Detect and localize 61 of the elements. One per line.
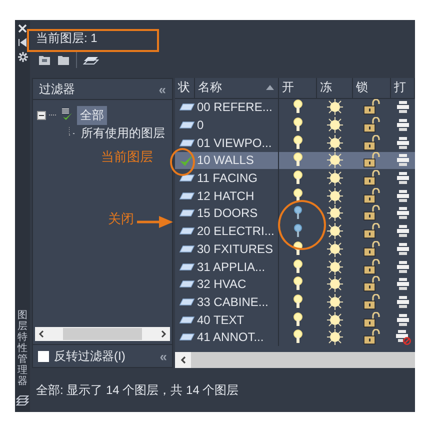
layer-name: 41 ANNOT... bbox=[197, 330, 264, 344]
layer-row[interactable]: 20 ELECTRI... bbox=[175, 222, 415, 240]
close-icon[interactable] bbox=[18, 24, 27, 33]
invert-filter-label[interactable]: 反转过滤器(I) bbox=[54, 348, 126, 364]
layer-name: 11 FACING bbox=[197, 171, 258, 186]
layer-name: 33 CABINE... bbox=[197, 294, 268, 309]
status-text: 全部: 显示了 14 个图层，共 14 个图层 bbox=[36, 382, 239, 398]
layer-row[interactable]: 32 HVAC bbox=[175, 275, 415, 294]
filters-title: 过滤器 bbox=[39, 80, 75, 98]
layer-name: 40 TEXT bbox=[197, 312, 244, 327]
layer-row[interactable]: 41 ANNOT... bbox=[175, 328, 415, 346]
column-header[interactable]: 状 bbox=[178, 79, 190, 96]
collapse-tree-icon[interactable] bbox=[37, 110, 46, 120]
layer-row[interactable]: 40 TEXT bbox=[175, 310, 415, 328]
layer-name: 15 DOORS bbox=[197, 206, 258, 220]
layer-name: 20 ELECTRI... bbox=[197, 224, 274, 238]
tree-item[interactable]: 所有使用的图层 bbox=[78, 124, 168, 142]
annotation-arrow bbox=[137, 216, 173, 228]
layer-row[interactable]: 11 FACING bbox=[175, 169, 415, 187]
column-header[interactable]: 名称 bbox=[198, 79, 222, 96]
layer-row[interactable]: 33 CABINE... bbox=[175, 293, 415, 311]
layer-row[interactable]: 30 FXITURES bbox=[175, 240, 415, 258]
filter-check-icon bbox=[60, 108, 74, 122]
layers-icon[interactable] bbox=[16, 395, 29, 406]
column-header[interactable]: 开 bbox=[282, 79, 294, 96]
layer-name: 00 REFERE... bbox=[197, 100, 272, 114]
layer-name: 30 FXITURES bbox=[197, 242, 274, 256]
layer-row[interactable]: 12 HATCH bbox=[175, 186, 415, 205]
horizontal-scrollbar[interactable] bbox=[175, 352, 415, 368]
tree-line bbox=[49, 114, 57, 116]
scroll-left-icon[interactable] bbox=[179, 355, 187, 366]
checkbox[interactable] bbox=[38, 350, 49, 362]
new-filter-icon[interactable] bbox=[38, 54, 51, 66]
panel-title: 图层特性管理器 bbox=[18, 310, 28, 387]
layer-name: 31 APPLIA... bbox=[197, 260, 266, 274]
annotation-label: 当前图层 bbox=[101, 148, 153, 166]
sort-ascending-icon[interactable] bbox=[266, 85, 274, 90]
column-header[interactable]: 锁 bbox=[356, 79, 368, 96]
layer-row[interactable]: 31 APPLIA... bbox=[175, 258, 415, 276]
layer-name: 0 bbox=[197, 118, 204, 132]
collapse-button[interactable]: « bbox=[158, 82, 166, 96]
settings-icon[interactable] bbox=[18, 52, 28, 62]
layer-name: 12 HATCH bbox=[197, 188, 254, 203]
layer-row[interactable]: 15 DOORS bbox=[175, 204, 415, 222]
highlight-circle bbox=[170, 148, 195, 176]
layer-row[interactable]: 0 bbox=[175, 116, 415, 134]
layer-row[interactable]: 00 REFERE... bbox=[175, 98, 415, 116]
layer-name: 32 HVAC bbox=[197, 277, 246, 292]
highlight-circle bbox=[278, 200, 326, 250]
layer-name: 01 VIEWPO... bbox=[197, 136, 272, 150]
horizontal-scrollbar[interactable] bbox=[35, 327, 170, 341]
column-header[interactable]: 打 bbox=[394, 79, 406, 96]
pin-icon[interactable] bbox=[18, 38, 27, 47]
layer-row[interactable]: 10 WALLS bbox=[175, 152, 415, 170]
column-header[interactable]: 冻 bbox=[320, 79, 332, 96]
annotation-label: 关闭 bbox=[108, 210, 134, 228]
current-layer-label: 当前图层: 1 bbox=[35, 30, 98, 46]
tree-item[interactable]: 全部 bbox=[77, 106, 107, 124]
layer-name: 10 WALLS bbox=[197, 153, 254, 168]
collapse-button[interactable]: « bbox=[160, 348, 167, 364]
layer-stack-icon[interactable] bbox=[83, 54, 99, 66]
